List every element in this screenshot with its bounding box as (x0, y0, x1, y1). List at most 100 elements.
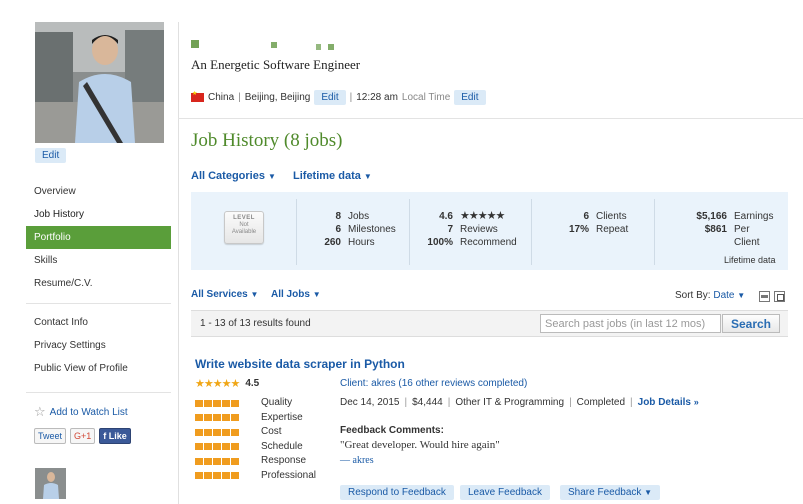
schedule-bar (195, 443, 255, 451)
local-time-label: Local Time (401, 91, 451, 103)
job-meta: Dec 14, 2015 | $4,444 | Other IT & Progr… (340, 397, 699, 408)
watch-list-label: Add to Watch List (49, 406, 128, 418)
job-category: Other IT & Programming (455, 397, 565, 408)
separator: | (238, 91, 241, 103)
contact-info-link[interactable]: Contact Info (34, 317, 88, 328)
cost-bar (195, 428, 255, 436)
job-details-toggle[interactable]: Job Details » (638, 397, 699, 408)
separator: | (447, 397, 451, 408)
rating-stars-icon: ★★★★★ (195, 378, 240, 390)
page-title: Job History (8 jobs) (191, 130, 343, 151)
clients-label: Clients (596, 211, 627, 222)
recommend-label: Recommend (460, 237, 517, 248)
header-divider (178, 118, 803, 119)
hours-count: 260 (324, 237, 341, 248)
per-client-amount: $861 (704, 224, 727, 235)
client-name-link[interactable]: akres (371, 378, 395, 389)
google-plus-button[interactable]: G+1 (70, 428, 96, 444)
sidebar-links: Contact Info Privacy Settings Public Vie… (34, 316, 128, 385)
like-label: Like (108, 431, 127, 441)
sort-dropdown[interactable]: Date ▼ (713, 290, 745, 301)
china-flag-icon (191, 90, 204, 102)
job-rating: ★★★★★ 4.5 (195, 377, 259, 390)
edit-photo-button[interactable]: Edit (35, 148, 67, 163)
rating-score: 4.6 (439, 211, 453, 222)
edit-time-button[interactable]: Edit (454, 89, 486, 105)
sidebar-item-overview[interactable]: Overview (26, 180, 171, 203)
facebook-like-button[interactable]: f Like (99, 428, 131, 444)
separator: | (404, 397, 408, 408)
client-line: Client: akres (16 other reviews complete… (340, 378, 527, 389)
avatar-thumbnail[interactable] (35, 468, 66, 499)
sidebar-item-resume[interactable]: Resume/C.V. (26, 272, 171, 295)
sidebar-item-portfolio[interactable]: Portfolio (26, 226, 171, 249)
leave-feedback-button[interactable]: Leave Feedback (460, 485, 550, 500)
level-value-2: Available (231, 229, 257, 235)
list-view-icon[interactable] (759, 291, 770, 302)
separator: | (349, 91, 353, 103)
time-filter[interactable]: Lifetime data ▼ (293, 170, 372, 182)
separator: | (630, 397, 633, 408)
jobs-filter[interactable]: All Jobs ▼ (271, 289, 321, 300)
criteria-label: Response (261, 455, 307, 466)
category-filter[interactable]: All Categories ▼ (191, 170, 276, 182)
location-row: China | Beijing, Beijing Edit | 12:28 am… (191, 89, 486, 105)
add-to-watch-list[interactable]: ☆ Add to Watch List (34, 404, 128, 420)
stats-divider (409, 199, 410, 265)
job-date: Dec 14, 2015 (340, 397, 400, 408)
privacy-settings-link[interactable]: Privacy Settings (34, 340, 106, 351)
local-time: 12:28 am (356, 91, 398, 103)
criteria-label: Expertise (261, 411, 303, 423)
sidebar: Edit Overview Job History Portfolio Skil… (0, 0, 178, 504)
criteria-labels: Quality Expertise Cost Schedule Response… (261, 396, 316, 483)
job-rating-score: 4.5 (245, 378, 260, 389)
profile-name-cropped (191, 38, 341, 50)
criteria-label: Quality (261, 397, 293, 408)
client-stats: 6 Clients 17% Repeat (545, 210, 628, 236)
respond-to-feedback-button[interactable]: Respond to Feedback (340, 485, 454, 500)
services-filter[interactable]: All Services ▼ (191, 289, 258, 300)
search-button[interactable]: Search (722, 314, 780, 333)
search-input[interactable] (540, 314, 721, 333)
stats-divider (531, 199, 532, 265)
stats-panel: LEVEL Not Available 8 Jobs 6 Milestones 26… (191, 192, 788, 270)
share-feedback-button[interactable]: Share Feedback ▼ (560, 485, 661, 500)
edit-location-button[interactable]: Edit (314, 89, 346, 105)
sidebar-nav: Overview Job History Portfolio Skills Re… (26, 180, 171, 295)
client-reviews-link[interactable]: (16 other reviews completed) (398, 378, 527, 389)
caret-down-icon: ▼ (737, 291, 746, 300)
level-badge: LEVEL Not Available (224, 211, 264, 244)
hours-label: Hours (348, 237, 375, 248)
profile-photo[interactable] (35, 22, 164, 143)
caret-down-icon: ▼ (250, 290, 259, 299)
client-label: Client: (340, 378, 369, 389)
time-filter-label: Lifetime data (293, 170, 361, 182)
sidebar-item-skills[interactable]: Skills (26, 249, 171, 272)
caret-down-icon: ▼ (312, 290, 321, 299)
tweet-button[interactable]: Tweet (34, 428, 67, 444)
work-stats: 8 Jobs 6 Milestones 260 Hours (301, 210, 396, 249)
repeat-percent: 17% (568, 224, 589, 235)
repeat-label: Repeat (596, 224, 629, 235)
earnings-stats: $5,166 Earnings $861 Per Client (667, 210, 773, 249)
jobs-label: Jobs (348, 211, 370, 222)
jobs-filter-label: All Jobs (271, 289, 310, 300)
criteria-label: Professional (261, 469, 317, 481)
sidebar-divider (26, 392, 171, 393)
recommend-percent: 100% (427, 237, 453, 248)
job-amount: $4,444 (412, 397, 443, 408)
reviews-label: Reviews (460, 224, 498, 235)
feedback-author[interactable]: — akres (340, 455, 374, 466)
country: China (208, 91, 235, 103)
profile-tagline: An Energetic Software Engineer (191, 57, 361, 72)
job-title-link[interactable]: Write website data scraper in Python (195, 357, 405, 371)
feedback-title: Feedback Comments: (340, 425, 444, 436)
sidebar-item-job-history[interactable]: Job History (26, 203, 171, 226)
public-view-link[interactable]: Public View of Profile (34, 363, 128, 374)
view-toggle (759, 291, 785, 302)
lifetime-note: Lifetime data (724, 255, 776, 265)
share-buttons: Tweet G+1 f Like (34, 428, 131, 444)
grid-view-icon[interactable] (774, 291, 785, 302)
feedback-text: "Great developer. Would hire again" (340, 439, 500, 451)
